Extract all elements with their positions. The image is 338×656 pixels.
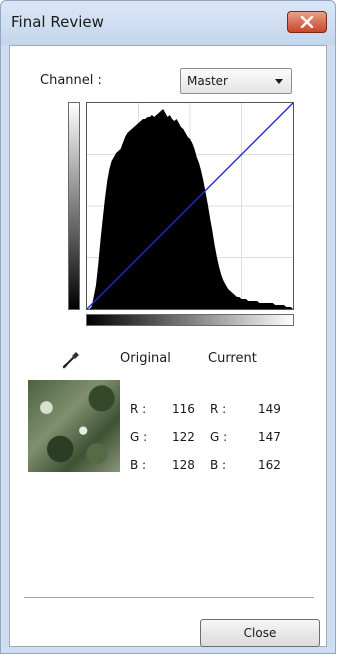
original-b-value: 128 [172, 458, 195, 472]
input-gradient-bar [86, 314, 294, 326]
original-r-value: 116 [172, 402, 195, 416]
close-icon [300, 16, 314, 28]
current-b-value: 162 [258, 458, 281, 472]
original-r-label: R : [130, 402, 147, 416]
window-title: Final Review [11, 13, 104, 31]
client-area: Channel : Master Original Current R : 11… [9, 45, 327, 647]
current-r-value: 149 [258, 402, 281, 416]
window-close-button[interactable] [287, 11, 327, 33]
output-gradient-bar [68, 102, 80, 310]
current-g-value: 147 [258, 430, 281, 444]
eyedropper-icon[interactable] [60, 348, 82, 370]
original-g-label: G : [130, 430, 148, 444]
channel-dropdown[interactable]: Master [180, 68, 292, 94]
footer-divider [24, 597, 314, 598]
column-header-original: Original [120, 351, 171, 366]
original-b-label: B : [130, 458, 147, 472]
chevron-down-icon [275, 79, 283, 84]
channel-selected-value: Master [187, 74, 228, 88]
preview-thumbnail [28, 380, 120, 472]
current-b-label: B : [210, 458, 227, 472]
current-g-label: G : [210, 430, 228, 444]
title-bar: Final Review [1, 1, 335, 45]
final-review-window: Final Review Channel : Master Original C… [0, 0, 336, 654]
close-button[interactable]: Close [200, 619, 320, 647]
channel-label: Channel : [40, 73, 102, 88]
tone-curve-histogram[interactable] [86, 102, 294, 310]
histogram-plot [86, 102, 294, 310]
column-header-current: Current [208, 351, 257, 366]
original-g-value: 122 [172, 430, 195, 444]
current-r-label: R : [210, 402, 227, 416]
